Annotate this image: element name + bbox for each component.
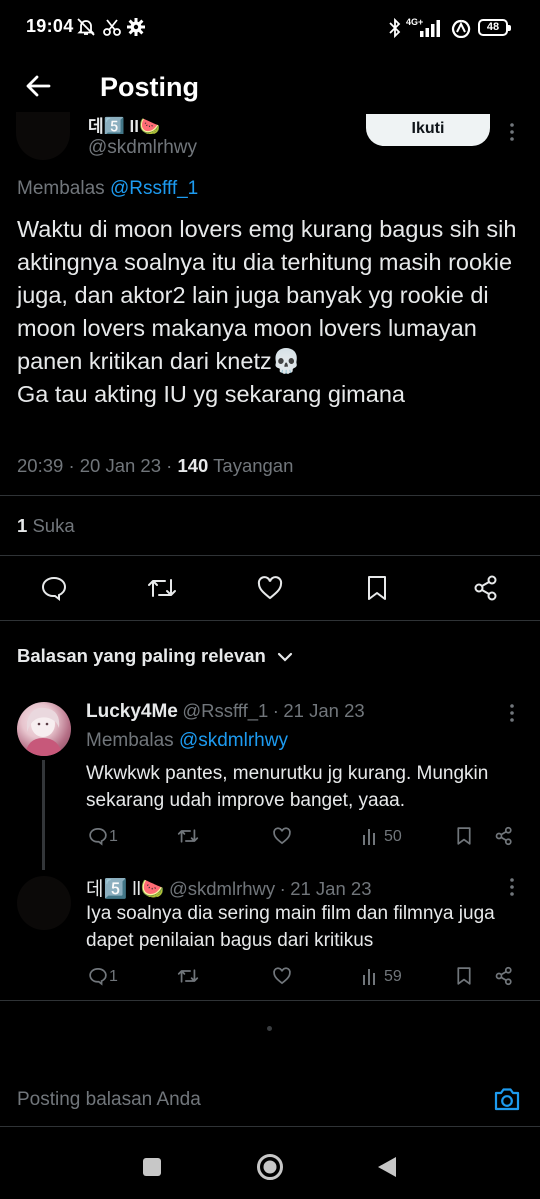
reply-date[interactable]: 21 Jan 23	[290, 878, 371, 899]
reply-author-name[interactable]: Lucky4Me	[86, 701, 178, 722]
likes-label: Suka	[32, 515, 75, 536]
more-options-icon[interactable]	[504, 703, 520, 723]
loading-indicator	[267, 1026, 272, 1031]
bookmark-icon[interactable]	[455, 966, 473, 986]
likes-summary[interactable]: 1 Suka	[17, 515, 75, 537]
views-count: 59	[384, 968, 402, 985]
hotspot-icon	[450, 18, 472, 38]
reply-icon[interactable]	[88, 826, 108, 846]
reply-author-handle[interactable]: @skdmlrhwy	[169, 878, 275, 899]
signal-icon	[420, 19, 444, 37]
views-count: 140	[177, 455, 209, 476]
divider	[0, 495, 540, 496]
divider	[0, 555, 540, 556]
divider	[0, 1000, 540, 1001]
divider	[0, 1126, 540, 1127]
like-icon[interactable]	[256, 574, 284, 602]
like-icon[interactable]	[272, 826, 292, 846]
author-name[interactable]: 데5️⃣ ll🍉	[88, 112, 160, 134]
likes-count: 1	[17, 515, 28, 536]
bookmark-icon[interactable]	[455, 826, 473, 846]
system-nav-bar	[0, 1140, 540, 1199]
replying-to-label: Membalas	[17, 178, 105, 199]
repost-icon[interactable]	[147, 574, 177, 602]
battery-indicator: 48	[478, 19, 511, 36]
status-time: 19:04	[26, 16, 74, 36]
repost-icon[interactable]	[177, 826, 199, 846]
home-icon[interactable]	[256, 1153, 284, 1181]
share-icon[interactable]	[494, 826, 514, 846]
reply-date[interactable]: 21 Jan 23	[283, 700, 364, 721]
like-icon[interactable]	[272, 966, 292, 986]
reply-author-name[interactable]: 데5️⃣ ll🍉	[86, 879, 165, 900]
reply-input[interactable]: Posting balasan Anda	[17, 1089, 201, 1111]
share-icon[interactable]	[494, 966, 514, 986]
reply-count: 1	[109, 828, 118, 845]
share-icon[interactable]	[472, 574, 500, 602]
bookmark-icon[interactable]	[365, 574, 389, 602]
reply-header: 데5️⃣ ll🍉 @skdmlrhwy · 21 Jan 23	[86, 878, 372, 900]
follow-button[interactable]: Ikuti	[366, 114, 490, 146]
reply-header: Lucky4Me @Rssfff_1 · 21 Jan 23	[86, 700, 365, 722]
gear-icon	[126, 17, 146, 37]
post-meta: 20:39 · 20 Jan 23 · 140 Tayangan	[17, 455, 294, 476]
post-date: 20 Jan 23	[79, 455, 162, 476]
divider	[0, 620, 540, 621]
reply-author-handle[interactable]: @Rssfff_1	[182, 700, 268, 721]
replying-to: Membalas @Rssfff_1	[17, 178, 198, 200]
post-time: 20:39	[17, 455, 64, 476]
author-avatar[interactable]	[16, 112, 70, 160]
back-icon[interactable]	[376, 1155, 398, 1179]
reply-icon[interactable]	[88, 966, 108, 986]
chevron-down-icon	[277, 651, 293, 663]
replying-to-link[interactable]: @Rssfff_1	[110, 178, 198, 199]
post-text: Waktu di moon lovers emg kurang bagus si…	[17, 216, 517, 407]
reply-sort-selector[interactable]: Balasan yang paling relevan	[17, 645, 293, 667]
replying-to-link[interactable]: @skdmlrhwy	[179, 730, 288, 751]
thread-line	[42, 760, 45, 870]
more-options-icon[interactable]	[504, 122, 520, 142]
reply-text: Wkwkwk pantes, menurutku jg kurang. Mung…	[86, 763, 489, 811]
views-label: Tayangan	[213, 455, 294, 476]
page-title: Posting	[100, 72, 199, 102]
bluetooth-icon	[388, 17, 402, 39]
avatar[interactable]	[17, 702, 71, 756]
replying-to-label: Membalas	[86, 730, 174, 751]
bell-off-icon	[76, 17, 96, 37]
replying-to: Membalas @skdmlrhwy	[86, 730, 288, 752]
repost-icon[interactable]	[177, 966, 199, 986]
author-handle[interactable]: @skdmlrhwy	[88, 137, 197, 159]
sort-label: Balasan yang paling relevan	[17, 645, 266, 666]
scissors-icon	[102, 17, 122, 37]
views-icon[interactable]	[362, 827, 380, 845]
arrow-left-icon[interactable]	[24, 72, 52, 100]
top-bar: Posting	[0, 56, 540, 122]
reply-text: Iya soalnya dia sering main film dan fil…	[86, 903, 495, 951]
views-icon[interactable]	[362, 967, 380, 985]
reply-count: 1	[109, 968, 118, 985]
recent-apps-icon[interactable]	[142, 1157, 162, 1177]
reply-icon[interactable]	[40, 574, 68, 602]
status-bar: 19:04 4G+ 48	[0, 0, 540, 56]
camera-icon[interactable]	[493, 1086, 521, 1112]
views-count: 50	[384, 828, 402, 845]
avatar[interactable]	[17, 876, 71, 930]
more-options-icon[interactable]	[504, 877, 520, 897]
